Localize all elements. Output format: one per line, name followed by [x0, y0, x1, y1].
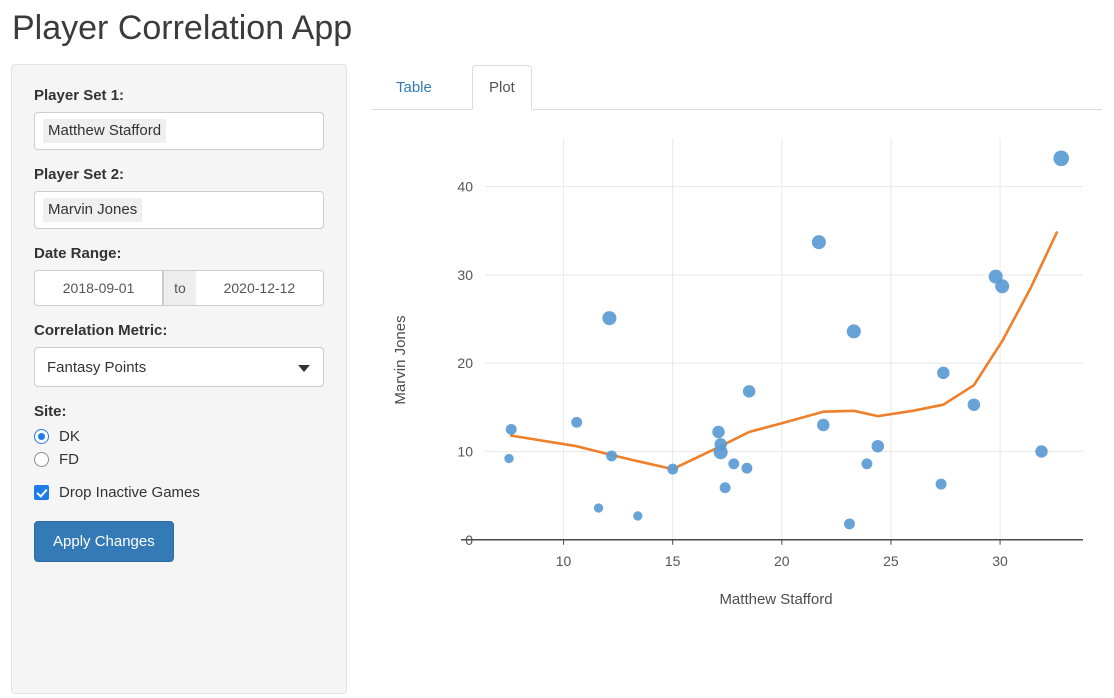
scatter-point[interactable] [871, 439, 885, 453]
scatter-point[interactable] [571, 416, 583, 428]
scatter-point[interactable] [1035, 445, 1048, 458]
controls-panel: Player Set 1: Matthew Stafford Player Se… [11, 64, 347, 694]
scatter-point[interactable] [728, 458, 740, 470]
date-end-input[interactable]: 2020-12-12 [195, 270, 324, 306]
x-axis-label: Matthew Stafford [719, 591, 832, 608]
scatter-point[interactable] [667, 463, 679, 475]
date-range-label: Date Range: [34, 245, 122, 262]
player-set-2-token[interactable]: Marvin Jones [43, 198, 143, 222]
correlation-metric-select[interactable]: Fantasy Points [34, 347, 324, 387]
x-tick-label: 15 [665, 553, 681, 569]
scatter-point[interactable] [1053, 150, 1069, 167]
scatter-points-group [504, 150, 1069, 530]
y-tick-label: 30 [457, 267, 473, 283]
y-tick-label: 20 [457, 355, 473, 371]
site-label: Site: [34, 403, 67, 420]
scatter-point[interactable] [741, 462, 753, 474]
scatter-point[interactable] [712, 425, 725, 439]
player-set-1-label: Player Set 1: [34, 87, 125, 104]
site-radio-dk[interactable]: DK [34, 428, 324, 445]
tab-bar: Table Plot [371, 64, 1102, 110]
scatter-point[interactable] [817, 418, 830, 432]
date-range-separator: to [163, 270, 196, 306]
y-axis-label: Marvin Jones [392, 315, 409, 404]
x-tick-label: 30 [992, 553, 1008, 569]
player-set-2-input[interactable]: Marvin Jones [34, 191, 324, 229]
app-root: Player Correlation App Player Set 1: Mat… [0, 0, 1114, 698]
axis-lines [461, 539, 1083, 545]
page-title: Player Correlation App [12, 9, 353, 47]
x-tick-label: 10 [556, 553, 572, 569]
y-tick-label: 0 [465, 532, 473, 548]
tab-table[interactable]: Table [379, 65, 449, 110]
radio-selected-icon[interactable] [34, 429, 49, 444]
scatter-point[interactable] [846, 324, 861, 339]
date-range-group: Date Range: 2018-09-01 to 2020-12-12 [34, 245, 324, 306]
x-tick-labels: 10 15 20 25 30 [556, 553, 1008, 569]
site-radio-dk-label: DK [59, 428, 80, 445]
scatter-point[interactable] [937, 366, 950, 380]
site-group: Site: DK FD [34, 403, 324, 468]
trend-line-group [509, 231, 1059, 471]
tab-plot[interactable]: Plot [472, 65, 532, 110]
correlation-metric-label: Correlation Metric: [34, 322, 168, 339]
x-tick-label: 20 [774, 553, 790, 569]
scatter-point[interactable] [935, 478, 947, 490]
apply-changes-button[interactable]: Apply Changes [34, 521, 174, 562]
plot-canvas: 0 10 20 30 40 10 15 20 25 30 Matthew Stafford Ma… [392, 138, 1083, 608]
date-start-input[interactable]: 2018-09-01 [34, 270, 164, 306]
site-radio-fd[interactable]: FD [34, 451, 324, 468]
scatter-point[interactable] [719, 482, 731, 494]
scatter-point[interactable] [995, 279, 1010, 294]
correlation-scatter-plot: 0 10 20 30 40 10 15 20 25 30 Matthew Stafford Ma… [371, 110, 1102, 630]
player-set-2-group: Player Set 2: Marvin Jones [34, 166, 324, 229]
correlation-metric-select-wrap: Fantasy Points [34, 347, 324, 387]
drop-inactive-games-label: Drop Inactive Games [59, 484, 200, 501]
scatter-point[interactable] [593, 503, 604, 513]
player-set-1-group: Player Set 1: Matthew Stafford [34, 87, 324, 150]
y-tick-labels: 0 10 20 30 40 [457, 179, 473, 548]
scatter-point[interactable] [967, 398, 981, 411]
player-set-2-label: Player Set 2: [34, 166, 125, 183]
checkbox-checked-icon[interactable] [34, 485, 49, 500]
site-radio-fd-label: FD [59, 451, 79, 468]
scatter-point[interactable] [504, 453, 514, 464]
scatter-point[interactable] [606, 450, 618, 462]
grid-lines [485, 138, 1083, 540]
y-tick-label: 10 [457, 443, 473, 459]
y-tick-label: 40 [457, 179, 473, 195]
scatter-point[interactable] [713, 445, 728, 460]
scatter-point[interactable] [861, 458, 873, 470]
drop-inactive-games-checkbox-row[interactable]: Drop Inactive Games [34, 484, 324, 501]
x-tick-label: 25 [883, 553, 899, 569]
scatter-point[interactable] [602, 311, 617, 326]
scatter-point[interactable] [505, 423, 517, 435]
scatter-point[interactable] [844, 518, 855, 530]
date-range-control: 2018-09-01 to 2020-12-12 [34, 270, 324, 306]
correlation-metric-group: Correlation Metric: Fantasy Points [34, 322, 324, 387]
player-set-1-input[interactable]: Matthew Stafford [34, 112, 324, 150]
scatter-point[interactable] [633, 511, 643, 521]
scatter-point[interactable] [742, 385, 756, 398]
trend-line [509, 231, 1059, 471]
player-set-1-token[interactable]: Matthew Stafford [43, 119, 167, 143]
radio-unselected-icon[interactable] [34, 452, 49, 467]
scatter-point[interactable] [811, 235, 826, 250]
